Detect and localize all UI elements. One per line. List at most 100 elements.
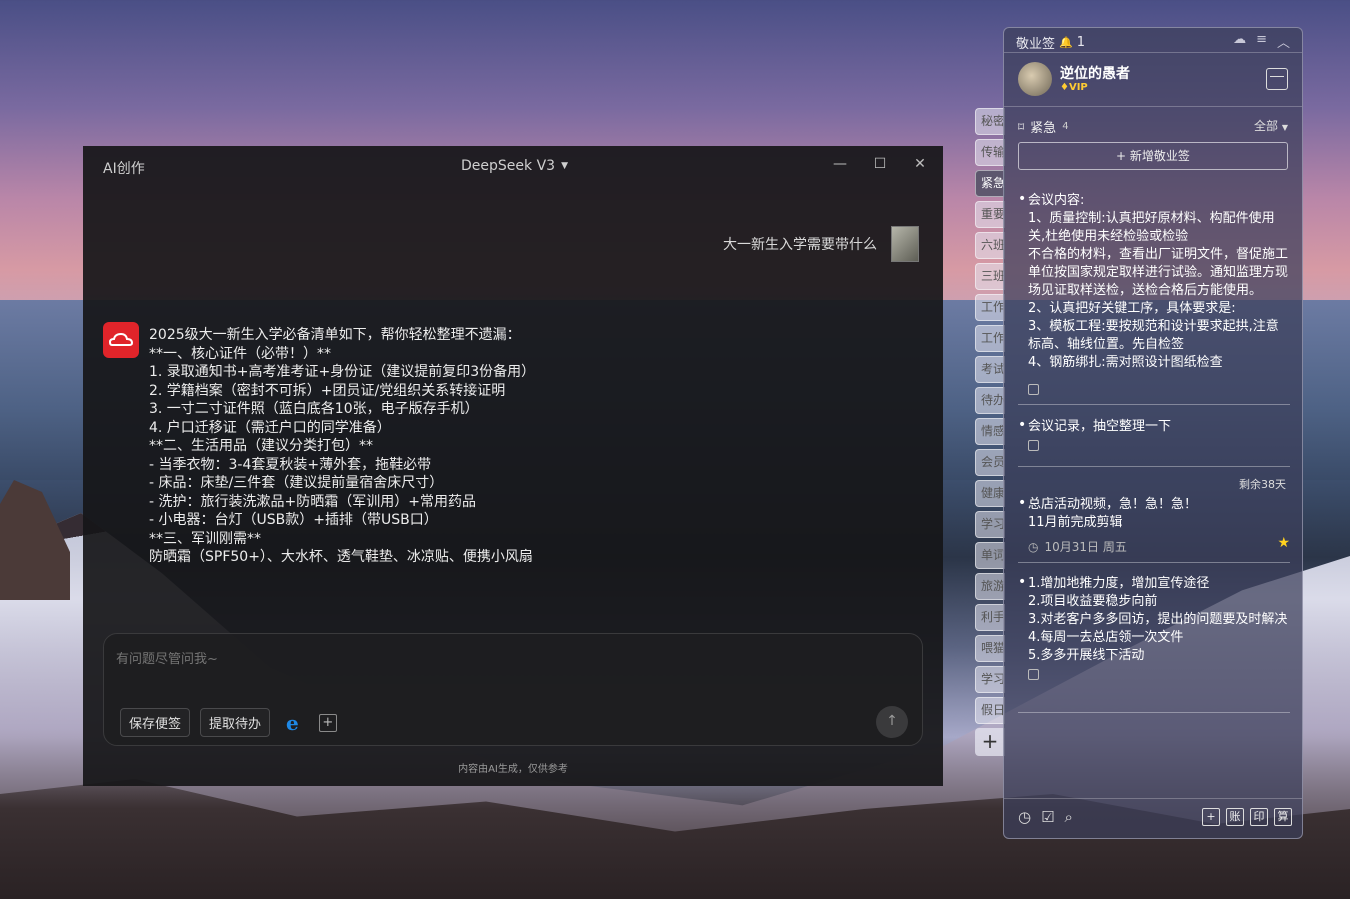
response-line: **三、军训刚需**: [149, 530, 261, 547]
checklist-icon[interactable]: ☑: [1041, 808, 1054, 826]
response-line: **一、核心证件（必带！）**: [149, 345, 331, 362]
side-tab[interactable]: 待办: [975, 387, 1005, 414]
side-tab[interactable]: 情感: [975, 418, 1005, 445]
add-tab-button[interactable]: +: [975, 728, 1005, 756]
side-tab[interactable]: 利手: [975, 604, 1005, 631]
notes-panel: 敬业签 🔔 1 ☁ ≡ ︿ 逆位的愚者 ♦VIP ⌑ 紧急 4 全部 ▼ + 新…: [1003, 27, 1303, 839]
divider: [1004, 798, 1302, 799]
disclaimer: 内容由AI生成，仅供参考: [458, 764, 568, 775]
response-line: 2025级大一新生入学必备清单如下，帮你轻松整理不遗漏：: [149, 327, 521, 343]
star-icon[interactable]: ★: [1277, 534, 1290, 552]
chevron-down-icon: ▼: [561, 161, 568, 171]
note-divider: [1018, 562, 1290, 563]
diamond-icon: ♦: [1060, 82, 1069, 93]
side-tab[interactable]: 学习: [975, 511, 1005, 538]
side-tab[interactable]: 考试: [975, 356, 1005, 383]
category-name: 紧急: [1030, 121, 1057, 136]
side-tab[interactable]: 秘密: [975, 108, 1005, 135]
app-name: 敬业签: [1016, 37, 1056, 52]
filter-dropdown[interactable]: 全部 ▼: [1254, 117, 1288, 134]
user-message: 大一新生入学需要带什么: [723, 237, 877, 253]
footer-tools-left: ◷ ☑ ⌕: [1018, 808, 1073, 826]
response-line: - 小电器：台灯（USB款）+插排（带USB口）: [149, 512, 438, 528]
divider: [1004, 52, 1302, 53]
note-divider: [1018, 404, 1290, 405]
side-tab[interactable]: 假日: [975, 697, 1005, 724]
vip-badge: ♦VIP: [1060, 82, 1088, 93]
side-tab[interactable]: 传输: [975, 139, 1005, 166]
bell-icon[interactable]: 🔔: [1059, 36, 1073, 49]
side-tab[interactable]: 工作: [975, 294, 1005, 321]
note-text: 1.增加地推力度，增加宣传途径 2.项目收益要稳步向前 3.对老客户多多回访，提…: [1028, 576, 1288, 663]
input-actions: 保存便签 提取待办 e +: [120, 708, 337, 737]
minimize-icon[interactable]: —: [831, 156, 849, 172]
model-selector[interactable]: DeepSeek V3 ▼: [461, 158, 568, 174]
response-line: 4. 户口迁移证（需迁户口的同学准备）: [149, 419, 391, 436]
bookmark-icon: ⌑: [1018, 119, 1025, 134]
side-tab[interactable]: 单词: [975, 542, 1005, 569]
response-line: **二、生活用品（建议分类打包）**: [149, 438, 373, 454]
chat-input[interactable]: [116, 652, 876, 667]
save-note-button[interactable]: 保存便签: [120, 708, 191, 737]
response-line: - 当季衣物：3-4套夏秋装+薄外套，拖鞋必带: [149, 456, 432, 473]
note-divider: [1018, 466, 1290, 467]
response-line: 1. 录取通知书+高考准考证+身份证（建议提前复印3份备用）: [149, 364, 536, 380]
side-tab[interactable]: 重要: [975, 201, 1005, 228]
side-tab[interactable]: 旅游: [975, 573, 1005, 600]
bot-response: 2025级大一新生入学必备清单如下，帮你轻松整理不遗漏： **一、核心证件（必带…: [149, 326, 909, 612]
send-button[interactable]: ↑: [876, 706, 908, 738]
add-note-button[interactable]: + 新增敬业签: [1018, 142, 1288, 170]
side-tab[interactable]: 紧急: [975, 170, 1005, 197]
divider: [1004, 106, 1302, 107]
chat-input-box: 保存便签 提取待办 e + ↑: [103, 633, 923, 746]
category-count: 4: [1062, 121, 1069, 132]
side-tab[interactable]: 学习: [975, 666, 1005, 693]
history-icon[interactable]: ◷: [1018, 808, 1031, 826]
add-icon[interactable]: +: [318, 713, 337, 732]
footer-tools-right: + 账 印 算: [1202, 808, 1292, 826]
calendar-icon[interactable]: [1266, 68, 1288, 90]
collapse-icon[interactable]: ︿: [1277, 32, 1290, 51]
panel-header-controls: ☁ ≡ ︿: [1233, 32, 1290, 51]
avatar[interactable]: [1018, 62, 1052, 96]
notif-count: 1: [1076, 35, 1085, 50]
extract-todo-button[interactable]: 提取待办: [200, 708, 271, 737]
menu-icon[interactable]: ≡: [1256, 32, 1267, 51]
window-title: AI创作: [103, 161, 145, 177]
category-header: ⌑ 紧急 4: [1018, 117, 1069, 137]
response-line: 3. 一寸二寸证件照（蓝白底各10张，电子版存手机）: [149, 401, 479, 417]
due-date: ◷ 10月31日 周五: [1028, 540, 1127, 554]
print-button[interactable]: 印: [1250, 808, 1268, 826]
browser-icon[interactable]: e: [286, 711, 299, 735]
side-tab[interactable]: 三班: [975, 263, 1005, 290]
note-text: 会议记录，抽空整理一下: [1028, 419, 1172, 434]
attachment-icon: [1028, 440, 1039, 451]
side-tab[interactable]: 工作: [975, 325, 1005, 352]
attachment-icon: [1028, 384, 1039, 395]
cloud-sync-icon[interactable]: ☁: [1233, 32, 1246, 51]
response-line: - 洗护：旅行装洗漱品+防晒霜（军训用）+常用药品: [149, 493, 476, 510]
side-tab[interactable]: 六班: [975, 232, 1005, 259]
search-icon[interactable]: ⌕: [1065, 808, 1073, 826]
note-item[interactable]: • 会议内容: 1、质量控制:认真把好原材料、构配件使用关,杜绝使用未经检验或检…: [1018, 192, 1290, 390]
note-text: 会议内容: 1、质量控制:认真把好原材料、构配件使用关,杜绝使用未经检验或检验 …: [1028, 193, 1289, 370]
close-icon[interactable]: ✕: [911, 156, 929, 172]
side-tab[interactable]: 健康: [975, 480, 1005, 507]
note-item[interactable]: • 1.增加地推力度，增加宣传途径 2.项目收益要稳步向前 3.对老客户多多回访…: [1018, 574, 1290, 680]
note-item[interactable]: • 总店活动视频，急！急！急！ 11月前完成剪辑 ◷ 10月31日 周五 ★: [1018, 495, 1290, 554]
background-cliff: [0, 480, 70, 600]
ledger-button[interactable]: 账: [1226, 808, 1244, 826]
attachment-icon: [1028, 669, 1039, 680]
note-item[interactable]: • 会议记录，抽空整理一下: [1018, 417, 1290, 451]
calculator-button[interactable]: 算: [1274, 808, 1292, 826]
window-controls: — ☐ ✕: [831, 156, 929, 172]
maximize-icon[interactable]: ☐: [871, 156, 889, 172]
user-message-row: 大一新生入学需要带什么: [723, 226, 919, 262]
note-divider: [1018, 712, 1290, 713]
side-tab[interactable]: 喂猫: [975, 635, 1005, 662]
add-icon[interactable]: +: [1202, 808, 1220, 826]
side-tab[interactable]: 会员: [975, 449, 1005, 476]
response-line: 2. 学籍档案（密封不可拆）+团员证/党组织关系转接证明: [149, 382, 506, 399]
user-avatar: [891, 226, 919, 262]
username: 逆位的愚者: [1060, 66, 1130, 82]
